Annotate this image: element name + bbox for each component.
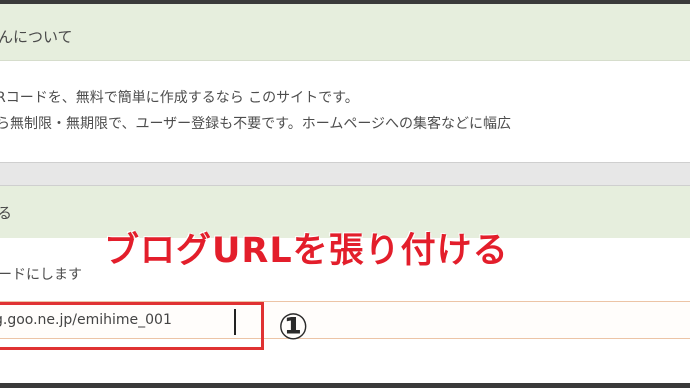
- section-divider: [0, 162, 690, 186]
- url-field-label: ードにします: [0, 267, 82, 283]
- description-line: Rコードを、無料で簡単に作成するなら このサイトです。: [0, 90, 359, 106]
- section-header: んについて: [0, 4, 690, 61]
- url-input[interactable]: [0, 302, 265, 338]
- step-marker: ①: [278, 307, 309, 348]
- annotation-text: ブログURLを張り付ける: [104, 231, 509, 271]
- text-cursor: [234, 309, 236, 335]
- url-input-row: [0, 301, 690, 339]
- window-bottom-edge: [0, 383, 690, 388]
- description-line: ら無制限・無期限で、ユーザー登録も不要です。ホームページへの集客などに幅広: [0, 116, 512, 132]
- section-body: Rコードを、無料で簡単に作成するなら このサイトです。 ら無制限・無期限で、ユー…: [0, 61, 690, 162]
- section-title: んについて: [0, 28, 73, 46]
- section-title: る: [0, 204, 13, 222]
